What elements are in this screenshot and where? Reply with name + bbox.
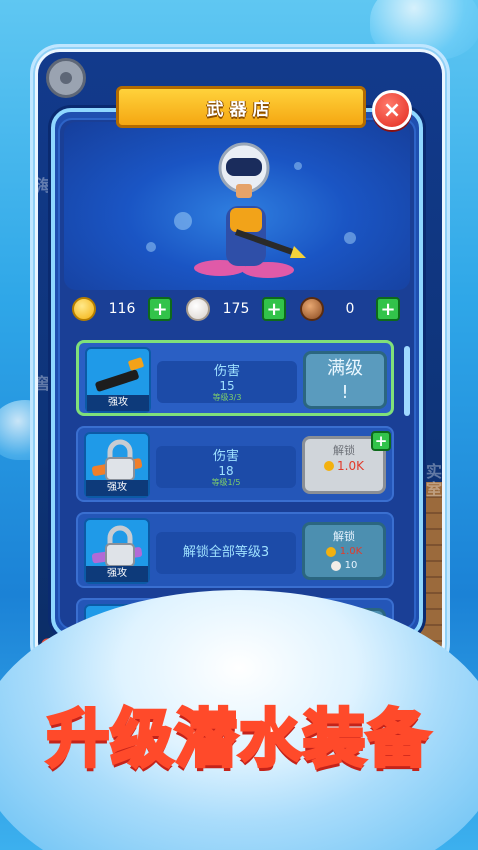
weapon-thumb: 强攻: [85, 347, 151, 413]
diver-character: [194, 142, 306, 278]
pearl-icon: [330, 561, 341, 571]
close-icon: ×: [382, 97, 402, 123]
coin-icon: [72, 297, 96, 321]
shop-title: 武器店: [206, 99, 276, 120]
requirement-text: 解锁全部等级3: [182, 545, 270, 560]
currency-bar: 116 + 175 + 0 +: [64, 292, 410, 326]
weapon-row[interactable]: 强攻 伤害 15 等级3/3 满级 !: [76, 340, 394, 416]
price-value: 1.0K: [337, 459, 364, 473]
settings-gear-icon[interactable]: [46, 58, 86, 98]
weapon-stat: 伤害 18 等级1/5: [156, 446, 296, 488]
pearl-price-value: 10: [344, 560, 358, 571]
bubble-icon: [146, 242, 156, 252]
weapon-row[interactable]: 强攻 解锁全部等级3 解锁 1.0K 10: [76, 512, 394, 588]
shop-title-banner: 武器店: [116, 86, 366, 128]
weapon-thumb: 强攻: [84, 432, 150, 498]
stat-label: 伤害: [213, 364, 240, 379]
coin-icon: [325, 547, 336, 557]
background-text: 海: [38, 176, 53, 195]
weapon-level: 等级3/3: [212, 393, 242, 402]
harpoon-gun-icon: [95, 357, 144, 392]
currency-coins: 116 +: [64, 297, 178, 321]
currency-pearls: 175 +: [178, 297, 292, 321]
coin-icon: [324, 461, 335, 471]
weapon-tag: 强攻: [86, 566, 148, 582]
weapon-thumb: 强攻: [84, 518, 150, 584]
promo-slogan: 升级潜水装备: [45, 700, 431, 777]
add-bombs-button[interactable]: +: [376, 297, 400, 321]
background-text: 窖: [38, 374, 51, 393]
background-text: 室: [426, 480, 442, 499]
weapon-level: 等级1/5: [211, 478, 241, 487]
stat-label: 伤害: [212, 449, 239, 464]
unlock-requirement: 解锁全部等级3: [156, 532, 296, 574]
max-level-button[interactable]: 满级 !: [303, 351, 387, 409]
weapon-tag: 强攻: [86, 480, 148, 496]
pearl-count: 175: [222, 301, 250, 317]
add-pearls-button[interactable]: +: [262, 297, 286, 321]
unlock-button[interactable]: 解锁 1.0K +: [302, 431, 391, 494]
unlock-button[interactable]: 解锁 1.0K 10: [302, 522, 386, 580]
currency-bombs: 0 +: [292, 297, 406, 321]
unlock-coin-price: 1.0K: [305, 545, 383, 559]
bomb-icon: [300, 297, 324, 321]
add-button[interactable]: +: [371, 431, 391, 451]
close-button[interactable]: ×: [372, 90, 412, 130]
coin-count: 116: [108, 301, 136, 317]
unlock-label: 解锁: [333, 530, 355, 543]
bomb-count: 0: [345, 301, 355, 317]
locked-weapon-icon: [92, 439, 143, 481]
max-level-label: 满级: [327, 358, 363, 379]
bubble-icon: [344, 232, 356, 244]
weapon-stat: 伤害 15 等级3/3: [157, 361, 297, 403]
max-level-sub: !: [341, 382, 349, 403]
stat-value: 15: [219, 379, 235, 393]
pearl-icon: [186, 297, 210, 321]
weapon-row[interactable]: 强攻 伤害 18 等级1/5 解锁 1.0K +: [76, 426, 394, 502]
list-scrollbar[interactable]: [404, 346, 410, 416]
stat-value: 18: [218, 464, 234, 478]
add-coins-button[interactable]: +: [148, 297, 172, 321]
weapon-list: 强攻 伤害 15 等级3/3 满级 ! 强攻 伤害 18 等级1/5 解锁 1.…: [72, 340, 402, 630]
unlock-price: 1.0K: [305, 459, 383, 473]
price-value: 1.0K: [339, 546, 363, 557]
weapon-tag: 强攻: [87, 395, 149, 411]
unlock-pearl-price: 10: [305, 559, 383, 573]
locked-weapon-icon: [91, 525, 143, 567]
